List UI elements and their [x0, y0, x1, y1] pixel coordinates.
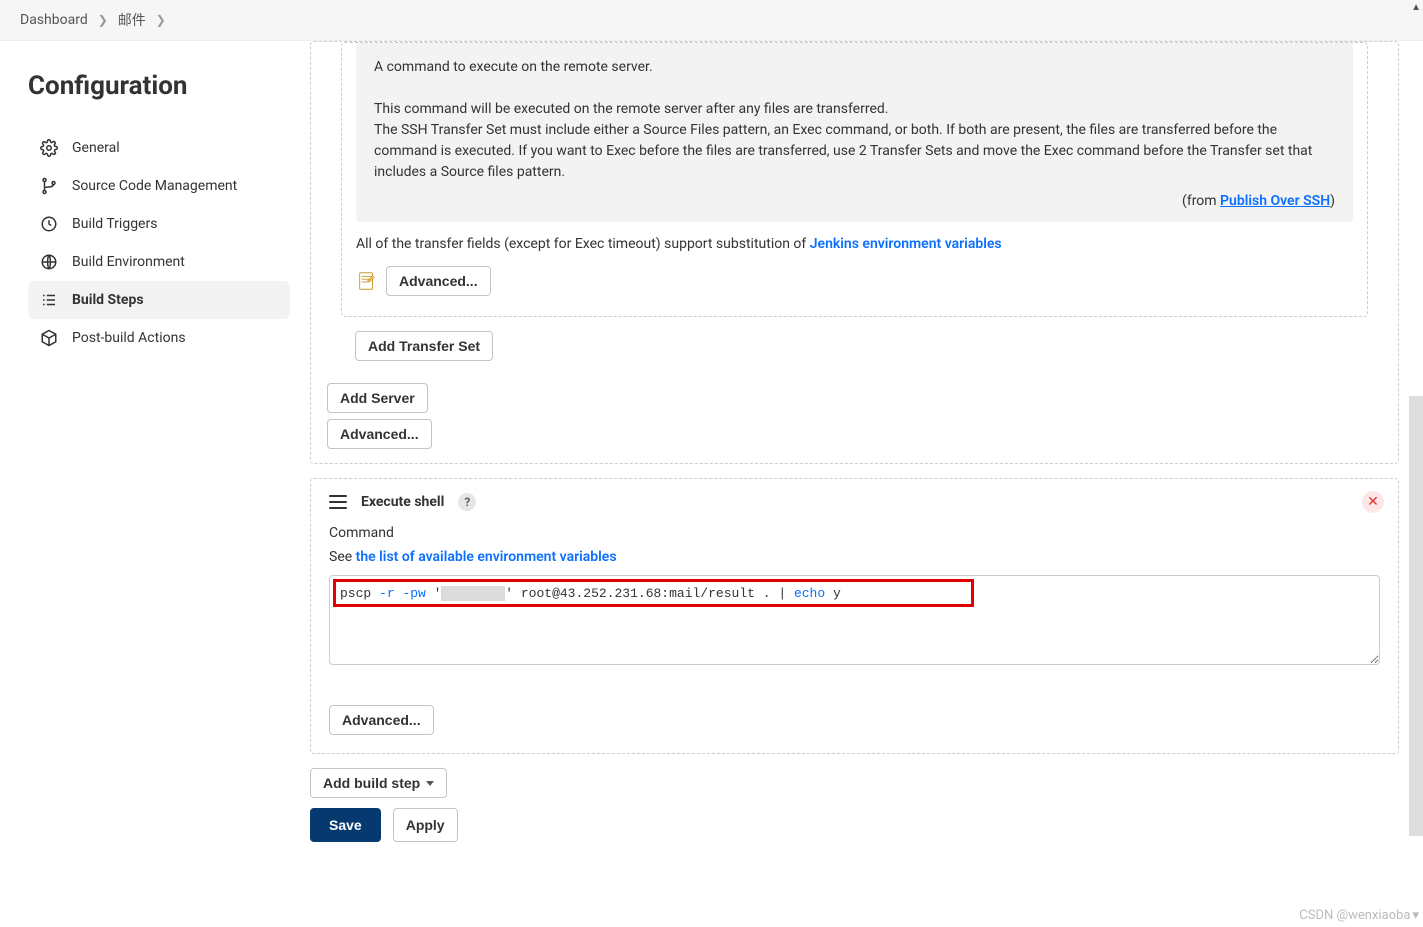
add-transfer-set-button[interactable]: Add Transfer Set [355, 331, 493, 361]
sidebar-item-label: Build Environment [72, 254, 185, 270]
command-textarea[interactable]: pscp -r -pw 'x' root@43.252.231.68:mail/… [329, 575, 1380, 665]
sidebar-item-general[interactable]: General [28, 129, 290, 167]
box-icon [40, 329, 58, 347]
sidebar-item-label: Source Code Management [72, 178, 237, 194]
watermark: CSDN @wenxiaoba▾ [1299, 908, 1419, 923]
chevron-right-icon: ❯ [156, 13, 166, 27]
env-vars-link[interactable]: Jenkins environment variables [810, 236, 1002, 252]
substitution-note: All of the transfer fields (except for E… [356, 236, 1353, 252]
advanced-button-server[interactable]: Advanced... [327, 419, 432, 449]
page-title: Configuration [28, 71, 290, 101]
main-content: A command to execute on the remote serve… [310, 41, 1423, 882]
advanced-button-shell[interactable]: Advanced... [329, 705, 434, 735]
breadcrumb-item[interactable]: 邮件 [118, 10, 146, 30]
command-see-note: See the list of available environment va… [329, 549, 1380, 565]
sidebar: Configuration General Source Code Manage… [0, 41, 310, 882]
advanced-button[interactable]: Advanced... [386, 266, 491, 296]
sidebar-item-env[interactable]: Build Environment [28, 243, 290, 281]
help-text: This command will be executed on the rem… [374, 99, 1335, 120]
chevron-down-icon: ▾ [1412, 908, 1419, 923]
help-icon[interactable]: ? [458, 493, 476, 511]
sidebar-item-postbuild[interactable]: Post-build Actions [28, 319, 290, 357]
help-text: The SSH Transfer Set must include either… [374, 120, 1335, 183]
sidebar-item-build-steps[interactable]: Build Steps [28, 281, 290, 319]
scroll-up-icon[interactable]: ▲ [1411, 2, 1421, 13]
scrollbar-thumb[interactable] [1409, 396, 1423, 836]
publish-over-ssh-link[interactable]: Publish Over SSH [1220, 193, 1330, 209]
add-build-step-button[interactable]: Add build step [310, 768, 447, 798]
add-server-button[interactable]: Add Server [327, 383, 428, 413]
exec-help-box: A command to execute on the remote serve… [356, 43, 1353, 222]
transfer-set-panel: A command to execute on the remote serve… [341, 42, 1368, 317]
gear-icon [40, 139, 58, 157]
sidebar-item-scm[interactable]: Source Code Management [28, 167, 290, 205]
sidebar-item-label: Build Triggers [72, 216, 157, 232]
sidebar-item-label: General [72, 140, 120, 156]
sidebar-item-label: Build Steps [72, 292, 144, 308]
drag-handle-icon[interactable] [329, 495, 347, 509]
redacted-password: x [441, 586, 505, 601]
save-button[interactable]: Save [310, 808, 381, 842]
help-text: A command to execute on the remote serve… [374, 57, 1335, 78]
breadcrumb: Dashboard ❯ 邮件 ❯ [0, 0, 1423, 41]
sidebar-item-label: Post-build Actions [72, 330, 186, 346]
git-branch-icon [40, 177, 58, 195]
execute-shell-panel: Execute shell ? ✕ Command See the list o… [310, 478, 1399, 754]
help-source: (from Publish Over SSH) [374, 191, 1335, 212]
globe-icon [40, 253, 58, 271]
clock-icon [40, 215, 58, 233]
sidebar-item-triggers[interactable]: Build Triggers [28, 205, 290, 243]
breadcrumb-dashboard[interactable]: Dashboard [20, 12, 88, 28]
notepad-icon [356, 270, 378, 292]
env-vars-list-link[interactable]: the list of available environment variab… [356, 549, 617, 565]
apply-button[interactable]: Apply [393, 808, 458, 842]
chevron-right-icon: ❯ [98, 13, 108, 27]
steps-icon [40, 291, 58, 309]
command-label: Command [329, 525, 1380, 541]
ssh-server-panel: A command to execute on the remote serve… [310, 41, 1399, 464]
delete-step-icon[interactable]: ✕ [1362, 491, 1384, 513]
save-bar: Save Apply [310, 798, 1399, 842]
step-title: Execute shell [361, 494, 444, 510]
chevron-down-icon [426, 781, 434, 786]
